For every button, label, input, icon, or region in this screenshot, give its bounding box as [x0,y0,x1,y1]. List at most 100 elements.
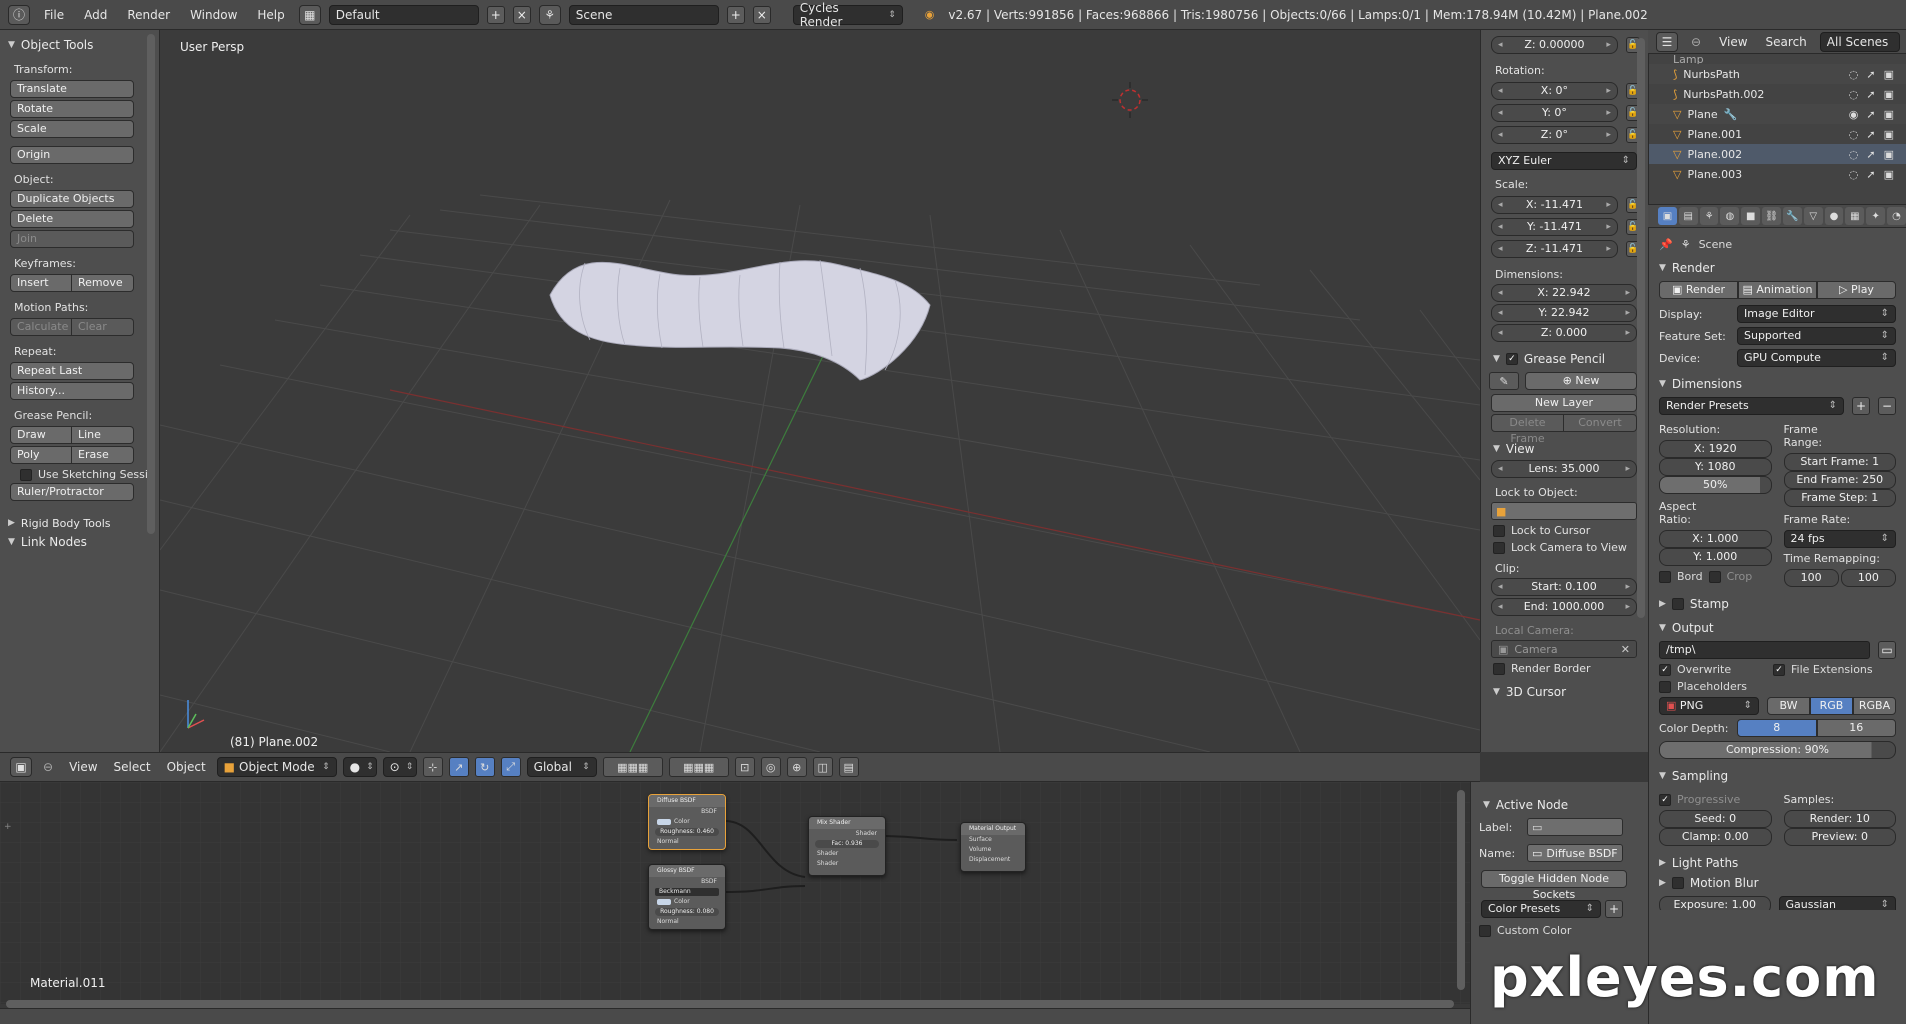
pencil-icon[interactable]: ✎ [1489,372,1519,390]
file-format-select[interactable]: ▣ PNG [1659,697,1759,715]
scene-select[interactable]: Scene [568,4,719,25]
stamp-panel-header[interactable]: ▶ Stamp [1659,597,1896,611]
sampling-panel-header[interactable]: ▼ Sampling [1659,769,1896,783]
object-tools-panel-header[interactable]: ▼ Object Tools [8,36,151,54]
scale-button[interactable]: Scale [10,120,134,138]
clip-start-field[interactable]: Start: 0.100 [1491,578,1637,596]
feature-set-select[interactable]: Supported [1737,327,1896,345]
render-presets-select[interactable]: Render Presets [1659,397,1844,415]
eye-icon[interactable]: ◉ [1849,108,1859,121]
camera-field[interactable]: ▣ Camera ✕ [1491,640,1637,658]
custom-color-checkbox[interactable] [1479,924,1491,937]
render-tab-icon[interactable]: ▣ [1658,207,1677,225]
diffuse-bsdf-node[interactable]: Diffuse BSDF BSDF Color Roughness: 0.460… [648,794,726,850]
output-path-field[interactable]: /tmp\ [1659,641,1870,659]
folder-icon[interactable]: ▭ [1878,641,1896,659]
delete-frame-button[interactable]: Delete Frame [1491,414,1564,445]
location-z-field[interactable]: Z: 0.00000 [1491,36,1618,54]
eye-icon[interactable]: ◌ [1849,168,1859,181]
light-paths-panel-header[interactable]: ▶ Light Paths [1659,856,1896,870]
close-icon[interactable]: ✕ [1621,643,1630,656]
duplicate-objects-button[interactable]: Duplicate Objects [10,190,134,208]
device-select[interactable]: GPU Compute [1737,349,1896,367]
eye-icon[interactable]: ◌ [1849,148,1859,161]
snap-icon[interactable]: ⊕ [786,757,807,777]
modifiers-tab-icon[interactable]: 🔧 [1782,207,1802,225]
pivot-select[interactable]: ⊙ ⇕ [382,757,417,777]
add-preset-button[interactable]: + [1605,900,1623,918]
preview-samples-field[interactable]: Preview: 0 [1783,828,1896,846]
orientation-select[interactable]: Global ⇕ [526,757,597,777]
node-editor-hscrollbar[interactable] [6,1000,1454,1008]
scene-icon[interactable]: ⚘ [538,4,561,25]
render-preview-icon[interactable]: ◫ [812,757,833,777]
render-icon[interactable]: ▣ [1884,108,1894,121]
node-input-socket[interactable]: Displacement [961,855,1025,865]
render-button[interactable]: ▣ Render [1659,281,1738,299]
scale-z-field[interactable]: Z: -11.471 [1491,240,1618,258]
material-output-node[interactable]: Material Output Surface Volume Displacem… [960,822,1026,872]
physics-tab-icon[interactable]: ◔ [1887,207,1906,225]
node-name-field[interactable]: ▭ Diffuse BSDF [1527,844,1623,862]
roughness-slider[interactable]: Roughness: 0.080 [655,908,719,916]
add-preset-button[interactable]: + [1852,397,1870,415]
depth-16-button[interactable]: 16 [1816,719,1896,737]
translate-manipulator-icon[interactable]: ↗ [448,757,469,777]
eye-icon[interactable]: ◌ [1849,88,1859,101]
object-tab-icon[interactable]: ■ [1741,207,1761,225]
cursor-icon[interactable]: ➚ [1866,88,1875,101]
camera-render-icon[interactable]: ▤ [838,757,859,777]
outliner-row[interactable]: Lamp [1649,54,1906,64]
convert-button[interactable]: Convert [1564,414,1637,432]
rgba-button[interactable]: RGBA [1853,697,1896,715]
depth-8-button[interactable]: 8 [1737,719,1817,737]
clear-button[interactable]: Clear [72,318,134,336]
placeholders-checkbox[interactable] [1659,680,1671,693]
add-scene-button[interactable]: + [726,5,745,24]
rotation-x-field[interactable]: X: 0° [1491,82,1618,100]
cursor-icon[interactable]: ➚ [1866,68,1875,81]
resolution-y-field[interactable]: Y: 1080 [1659,458,1772,476]
node-input-socket[interactable]: Normal [649,917,725,927]
rigid-body-panel-header[interactable]: ▶ Rigid Body Tools [8,517,151,529]
lock-object-field[interactable]: ■ [1491,502,1637,520]
draw-button[interactable]: Draw [10,426,72,444]
render-icon[interactable]: ▣ [1884,168,1894,181]
world-tab-icon[interactable]: ◍ [1720,207,1740,225]
aspect-y-field[interactable]: Y: 1.000 [1659,548,1772,566]
outliner-row[interactable]: ▽ Plane.001 ◌ ➚ ▣ [1649,124,1906,144]
menu-file[interactable]: File [38,8,70,22]
frame-step-field[interactable]: Frame Step: 1 [1783,489,1896,507]
scale-y-field[interactable]: Y: -11.471 [1491,218,1618,236]
fac-slider[interactable]: Fac: 0.936 [815,840,879,848]
layers-grid-2-icon[interactable]: ▦▦▦ [668,757,729,777]
rotate-button[interactable]: Rotate [10,100,134,118]
outliner-search-menu[interactable]: Search [1761,35,1812,49]
info-editor-icon[interactable]: ⓘ [8,4,30,25]
tool-shelf-scrollbar[interactable] [147,34,155,534]
render-samples-field[interactable]: Render: 10 [1783,810,1896,828]
layers-grid-icon[interactable]: ▦▦▦ [602,757,663,777]
compression-slider[interactable]: Compression: 90% [1659,741,1896,759]
rotation-z-field[interactable]: Z: 0° [1491,126,1618,144]
texture-tab-icon[interactable]: ▦ [1845,207,1865,225]
progressive-checkbox[interactable]: ✓ [1659,793,1671,806]
mode-select[interactable]: ■ Object Mode ⇕ [216,757,337,777]
cursor-icon[interactable]: ➚ [1866,128,1875,141]
outliner-row[interactable]: ▽ Plane 🔧 ◉ ➚ ▣ [1649,104,1906,124]
constraints-tab-icon[interactable]: ⛓ [1762,207,1781,225]
exposure-field[interactable]: Exposure: 1.00 [1659,896,1771,910]
seed-field[interactable]: Seed: 0 [1659,810,1772,828]
cursor-icon[interactable]: ➚ [1866,168,1875,181]
cursor-icon[interactable]: ➚ [1866,148,1875,161]
layout-icon[interactable]: ▦ [298,4,321,25]
border-checkbox[interactable] [1659,570,1671,583]
checkbox-icon[interactable]: ✓ [1505,353,1518,365]
menu-window[interactable]: Window [184,8,243,22]
layout-select[interactable]: Default [328,4,479,25]
3d-cursor-panel-header[interactable]: ▼ 3D Cursor [1493,685,1640,699]
dimension-y-field[interactable]: Y: 22.942 [1491,304,1637,322]
rotate-manipulator-icon[interactable]: ↻ [474,757,495,777]
history-button[interactable]: History... [10,382,134,400]
node-input-socket[interactable]: Surface [961,835,1025,845]
